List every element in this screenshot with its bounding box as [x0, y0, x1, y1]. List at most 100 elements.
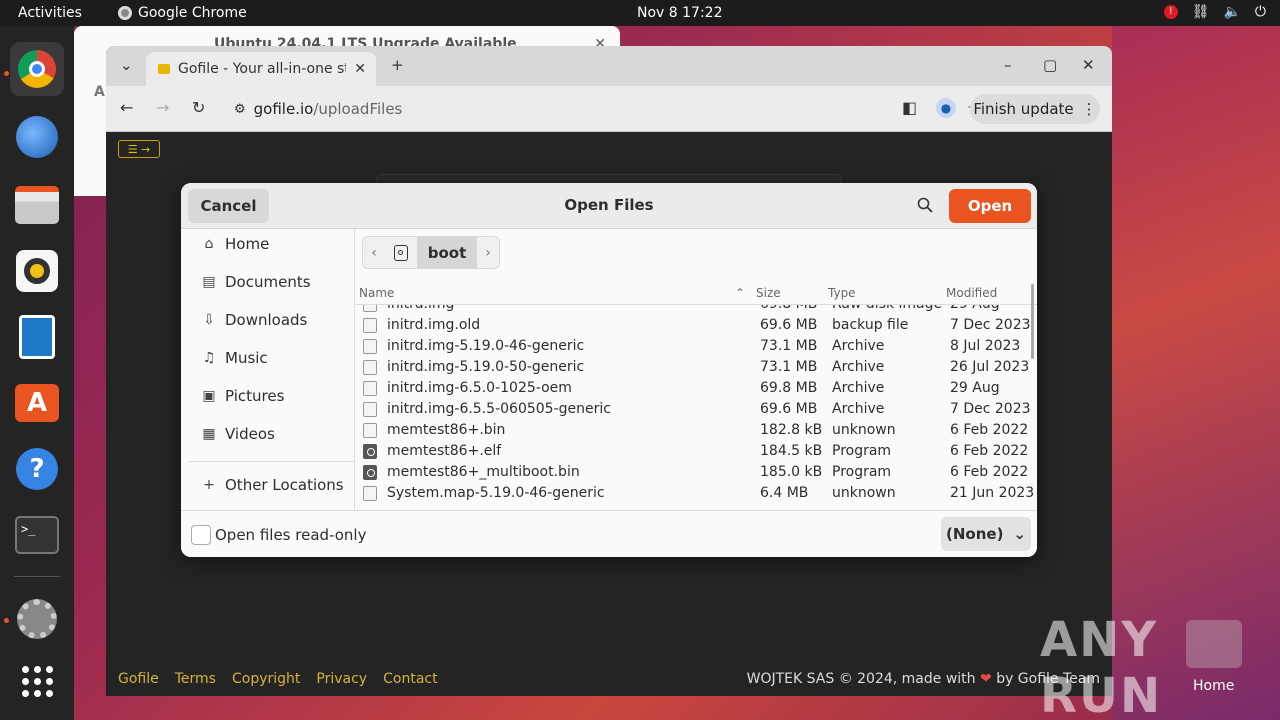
address-bar[interactable]: ⚙ gofile.io/uploadFiles ☆ — [224, 93, 982, 125]
tab-bar: ⌄ Gofile - Your all-in-one st ✕ + – ▢ ✕ — [106, 46, 1112, 86]
file-list-scrollbar[interactable] — [1031, 284, 1034, 359]
path-crumb-boot[interactable]: boot — [417, 237, 477, 268]
tab-gofile[interactable]: Gofile - Your all-in-one st ✕ — [146, 52, 376, 86]
read-only-checkbox[interactable] — [191, 525, 211, 545]
clock[interactable]: Nov 8 17:22 — [637, 5, 722, 21]
search-icon[interactable] — [917, 197, 933, 217]
file-row[interactable]: initrd.img-5.19.0-46-generic 73.1 MB Archi… — [355, 336, 1037, 357]
url-host: gofile.io — [253, 100, 314, 118]
show-apps-icon[interactable] — [10, 654, 64, 708]
running-indicator — [4, 71, 9, 76]
home-desktop-label[interactable]: Home — [1193, 678, 1234, 694]
help-icon[interactable]: ? — [10, 442, 64, 496]
app-name: Google Chrome — [138, 5, 247, 21]
alert-icon[interactable]: ! — [1163, 5, 1178, 19]
side-panel-icon[interactable]: ◧ — [902, 98, 917, 117]
open-button[interactable]: Open — [949, 189, 1031, 223]
sidebar-item-home[interactable]: ⌂ Home — [201, 235, 270, 253]
sidebar-item-pictures[interactable]: ▣ Pictures — [201, 387, 284, 405]
read-only-label[interactable]: Open files read-only — [215, 526, 366, 544]
file-row[interactable]: initrd.img-6.5.5-060505-generic 69.6 MB Ar… — [355, 399, 1037, 420]
tab-search-icon[interactable]: ⌄ — [120, 56, 133, 74]
sidebar-item-other-locations[interactable]: + Other Locations — [201, 476, 344, 494]
power-icon[interactable]: ⏻ — [1255, 4, 1266, 20]
system-tray[interactable]: ! ⛓ 🔈 ⏻ — [1163, 4, 1266, 20]
file-row[interactable]: initrd.img.old 69.6 MB backup file 7 Dec 20… — [355, 315, 1037, 336]
sidebar-item-downloads[interactable]: ⇩ Downloads — [201, 311, 307, 329]
file-name: initrd.img-6.5.0-1025-oem — [387, 380, 572, 396]
credit-prefix: WOJTEK SAS © 2024, made with — [746, 671, 976, 687]
sidebar-item-documents[interactable]: ▤ Documents — [201, 273, 310, 291]
chevron-down-icon: ⌄ — [1013, 525, 1026, 543]
sidebar-item-label: Music — [225, 349, 268, 367]
back-icon[interactable]: ← — [120, 98, 133, 117]
terminal-icon[interactable]: >_ — [10, 508, 64, 562]
chrome-dock-icon[interactable] — [10, 42, 64, 96]
new-tab-icon[interactable]: + — [391, 56, 404, 74]
file-row[interactable]: memtest86+.bin 182.8 kB unknown 6 Feb 2022 — [355, 420, 1037, 441]
music-icon: ♫ — [202, 350, 216, 366]
drive-icon[interactable] — [385, 237, 417, 268]
file-row[interactable]: initrd.img 69.8 MB Raw disk image 29 Aug — [355, 305, 1037, 315]
volume-icon[interactable]: 🔈 — [1223, 4, 1240, 20]
footer-link-contact[interactable]: Contact — [383, 671, 437, 687]
file-row[interactable]: initrd.img-5.19.0-50-generic 73.1 MB Archi… — [355, 357, 1037, 378]
activities-button[interactable]: Activities — [18, 5, 82, 21]
files-icon[interactable] — [10, 178, 64, 232]
file-size: 69.6 MB — [760, 317, 818, 333]
sort-ascending-icon[interactable]: ⌃ — [735, 286, 745, 300]
thunderbird-icon[interactable] — [10, 110, 64, 164]
column-size[interactable]: Size — [756, 286, 781, 300]
document-icon: ▤ — [202, 274, 216, 290]
file-name: memtest86+.elf — [387, 443, 502, 459]
footer-link-gofile[interactable]: Gofile — [118, 671, 159, 687]
network-icon[interactable]: ⛓ — [1192, 4, 1210, 20]
sidebar-item-label: Pictures — [225, 387, 285, 405]
finish-update-button[interactable]: Finish update ⋮ — [970, 94, 1100, 124]
profile-avatar[interactable]: ● — [936, 98, 956, 118]
path-forward-icon[interactable]: › — [477, 237, 499, 268]
column-modified[interactable]: Modified — [946, 286, 997, 300]
app-menu[interactable]: Google Chrome — [118, 5, 247, 21]
file-type: Archive — [832, 380, 885, 396]
file-filter-dropdown[interactable]: (None) ⌄ — [941, 517, 1031, 551]
site-info-icon[interactable]: ⚙ — [234, 102, 246, 117]
rhythmbox-icon[interactable] — [10, 244, 64, 298]
close-window-icon[interactable]: ✕ — [1082, 56, 1095, 74]
footer-link-terms[interactable]: Terms — [175, 671, 216, 687]
video-icon: ▦ — [202, 426, 216, 442]
app-center-icon[interactable]: A — [10, 376, 64, 430]
column-type[interactable]: Type — [828, 286, 856, 300]
minimize-icon[interactable]: – — [1004, 56, 1012, 74]
home-folder-icon[interactable] — [1186, 620, 1242, 668]
reload-icon[interactable]: ↻ — [192, 98, 205, 117]
file-row[interactable]: System.map-5.19.0-46-generic 6.4 MB unknow… — [355, 483, 1037, 504]
menu-toggle-icon[interactable]: ☰ → — [118, 140, 160, 158]
file-row[interactable]: memtest86+_multiboot.bin 185.0 kB Program 6… — [355, 462, 1037, 483]
footer-link-copyright[interactable]: Copyright — [232, 671, 300, 687]
file-row[interactable]: memtest86+.elf 184.5 kB Program 6 Feb 2022 — [355, 441, 1037, 462]
path-bar: ‹ boot › — [362, 236, 500, 269]
url-path: /uploadFiles — [313, 100, 403, 118]
writer-icon[interactable] — [10, 310, 64, 364]
file-type: Program — [832, 464, 892, 480]
program-file-icon — [363, 465, 377, 480]
column-name[interactable]: Name — [359, 286, 394, 300]
file-name: initrd.img.old — [387, 317, 481, 333]
file-size: 73.1 MB — [760, 359, 818, 375]
dialog-footer: Open files read-only (None) ⌄ — [181, 510, 1037, 557]
forward-icon[interactable]: → — [156, 98, 169, 117]
file-size: 69.8 MB — [760, 380, 818, 396]
close-tab-icon[interactable]: ✕ — [354, 61, 376, 77]
footer-link-privacy[interactable]: Privacy — [316, 671, 367, 687]
tab-title: Gofile - Your all-in-one st — [178, 61, 347, 77]
settings-icon[interactable] — [10, 592, 64, 646]
file-modified: 7 Dec 2023 — [950, 317, 1031, 333]
sidebar-item-label: Videos — [225, 425, 275, 443]
maximize-icon[interactable]: ▢ — [1043, 56, 1057, 74]
plus-icon: + — [203, 477, 215, 493]
sidebar-item-music[interactable]: ♫ Music — [201, 349, 268, 367]
sidebar-item-videos[interactable]: ▦ Videos — [201, 425, 275, 443]
path-back-icon[interactable]: ‹ — [363, 237, 385, 268]
file-row[interactable]: initrd.img-6.5.0-1025-oem 69.8 MB Archive 2… — [355, 378, 1037, 399]
